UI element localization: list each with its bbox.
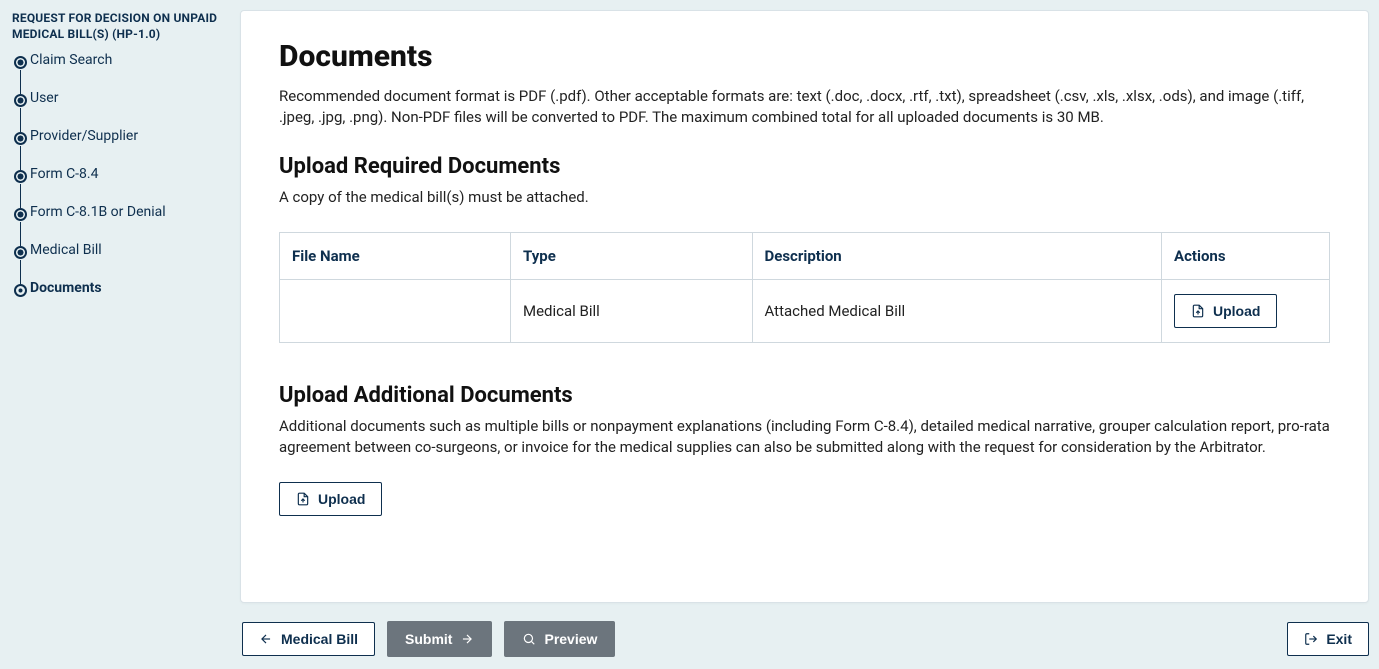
step-label: Form C-8.1B or Denial [30, 204, 166, 220]
required-heading: Upload Required Documents [279, 154, 1330, 179]
back-button[interactable]: Medical Bill [242, 622, 375, 656]
step-claim-search[interactable]: Claim Search [14, 52, 228, 68]
cell-description: Attached Medical Bill [752, 280, 1162, 343]
preview-button[interactable]: Preview [504, 621, 615, 657]
col-file-name: File Name [280, 233, 511, 280]
file-upload-icon [296, 492, 310, 506]
preview-label: Preview [544, 631, 597, 647]
step-label: Claim Search [30, 52, 112, 68]
cell-file-name [280, 280, 511, 343]
search-icon [522, 632, 536, 646]
step-medical-bill[interactable]: Medical Bill [14, 242, 228, 258]
col-description: Description [752, 233, 1162, 280]
page-intro: Recommended document format is PDF (.pdf… [279, 86, 1330, 128]
table-row: Medical Bill Attached Medical Bill Uploa… [280, 280, 1330, 343]
arrow-right-icon [460, 632, 474, 646]
step-user[interactable]: User [14, 90, 228, 106]
back-label: Medical Bill [281, 631, 358, 647]
additional-sub: Additional documents such as multiple bi… [279, 416, 1330, 458]
exit-button[interactable]: Exit [1287, 622, 1369, 656]
step-form-c84[interactable]: Form C-8.4 [14, 166, 228, 182]
step-label: Medical Bill [30, 242, 102, 258]
submit-button[interactable]: Submit [387, 621, 492, 657]
col-type: Type [511, 233, 753, 280]
upload-row-button[interactable]: Upload [1174, 294, 1277, 328]
step-documents[interactable]: Documents [14, 280, 228, 296]
step-form-c81b[interactable]: Form C-8.1B or Denial [14, 204, 228, 220]
exit-label: Exit [1326, 631, 1352, 647]
step-label: Provider/Supplier [30, 128, 138, 144]
exit-icon [1304, 632, 1318, 646]
col-actions: Actions [1162, 233, 1330, 280]
step-provider-supplier[interactable]: Provider/Supplier [14, 128, 228, 144]
upload-row-label: Upload [1213, 303, 1260, 319]
required-docs-table: File Name Type Description Actions Medic… [279, 232, 1330, 343]
table-header-row: File Name Type Description Actions [280, 233, 1330, 280]
step-label: User [30, 90, 58, 106]
file-upload-icon [1191, 304, 1205, 318]
submit-label: Submit [405, 631, 452, 647]
main-card: Documents Recommended document format is… [240, 10, 1369, 603]
required-sub: A copy of the medical bill(s) must be at… [279, 187, 1330, 208]
step-label: Documents [30, 280, 102, 296]
arrow-left-icon [259, 632, 273, 646]
additional-heading: Upload Additional Documents [279, 383, 1330, 408]
cell-type: Medical Bill [511, 280, 753, 343]
step-list: Claim Search User Provider/Supplier Form… [14, 52, 228, 296]
step-label: Form C-8.4 [30, 166, 98, 182]
footer-bar: Medical Bill Submit Preview Exit [0, 603, 1379, 669]
sidebar: REQUEST FOR DECISION ON UNPAID MEDICAL B… [0, 0, 240, 603]
upload-additional-label: Upload [318, 491, 365, 507]
cell-actions: Upload [1162, 280, 1330, 343]
sidebar-title: REQUEST FOR DECISION ON UNPAID MEDICAL B… [12, 10, 228, 42]
upload-additional-button[interactable]: Upload [279, 482, 382, 516]
page-title: Documents [279, 39, 1330, 74]
